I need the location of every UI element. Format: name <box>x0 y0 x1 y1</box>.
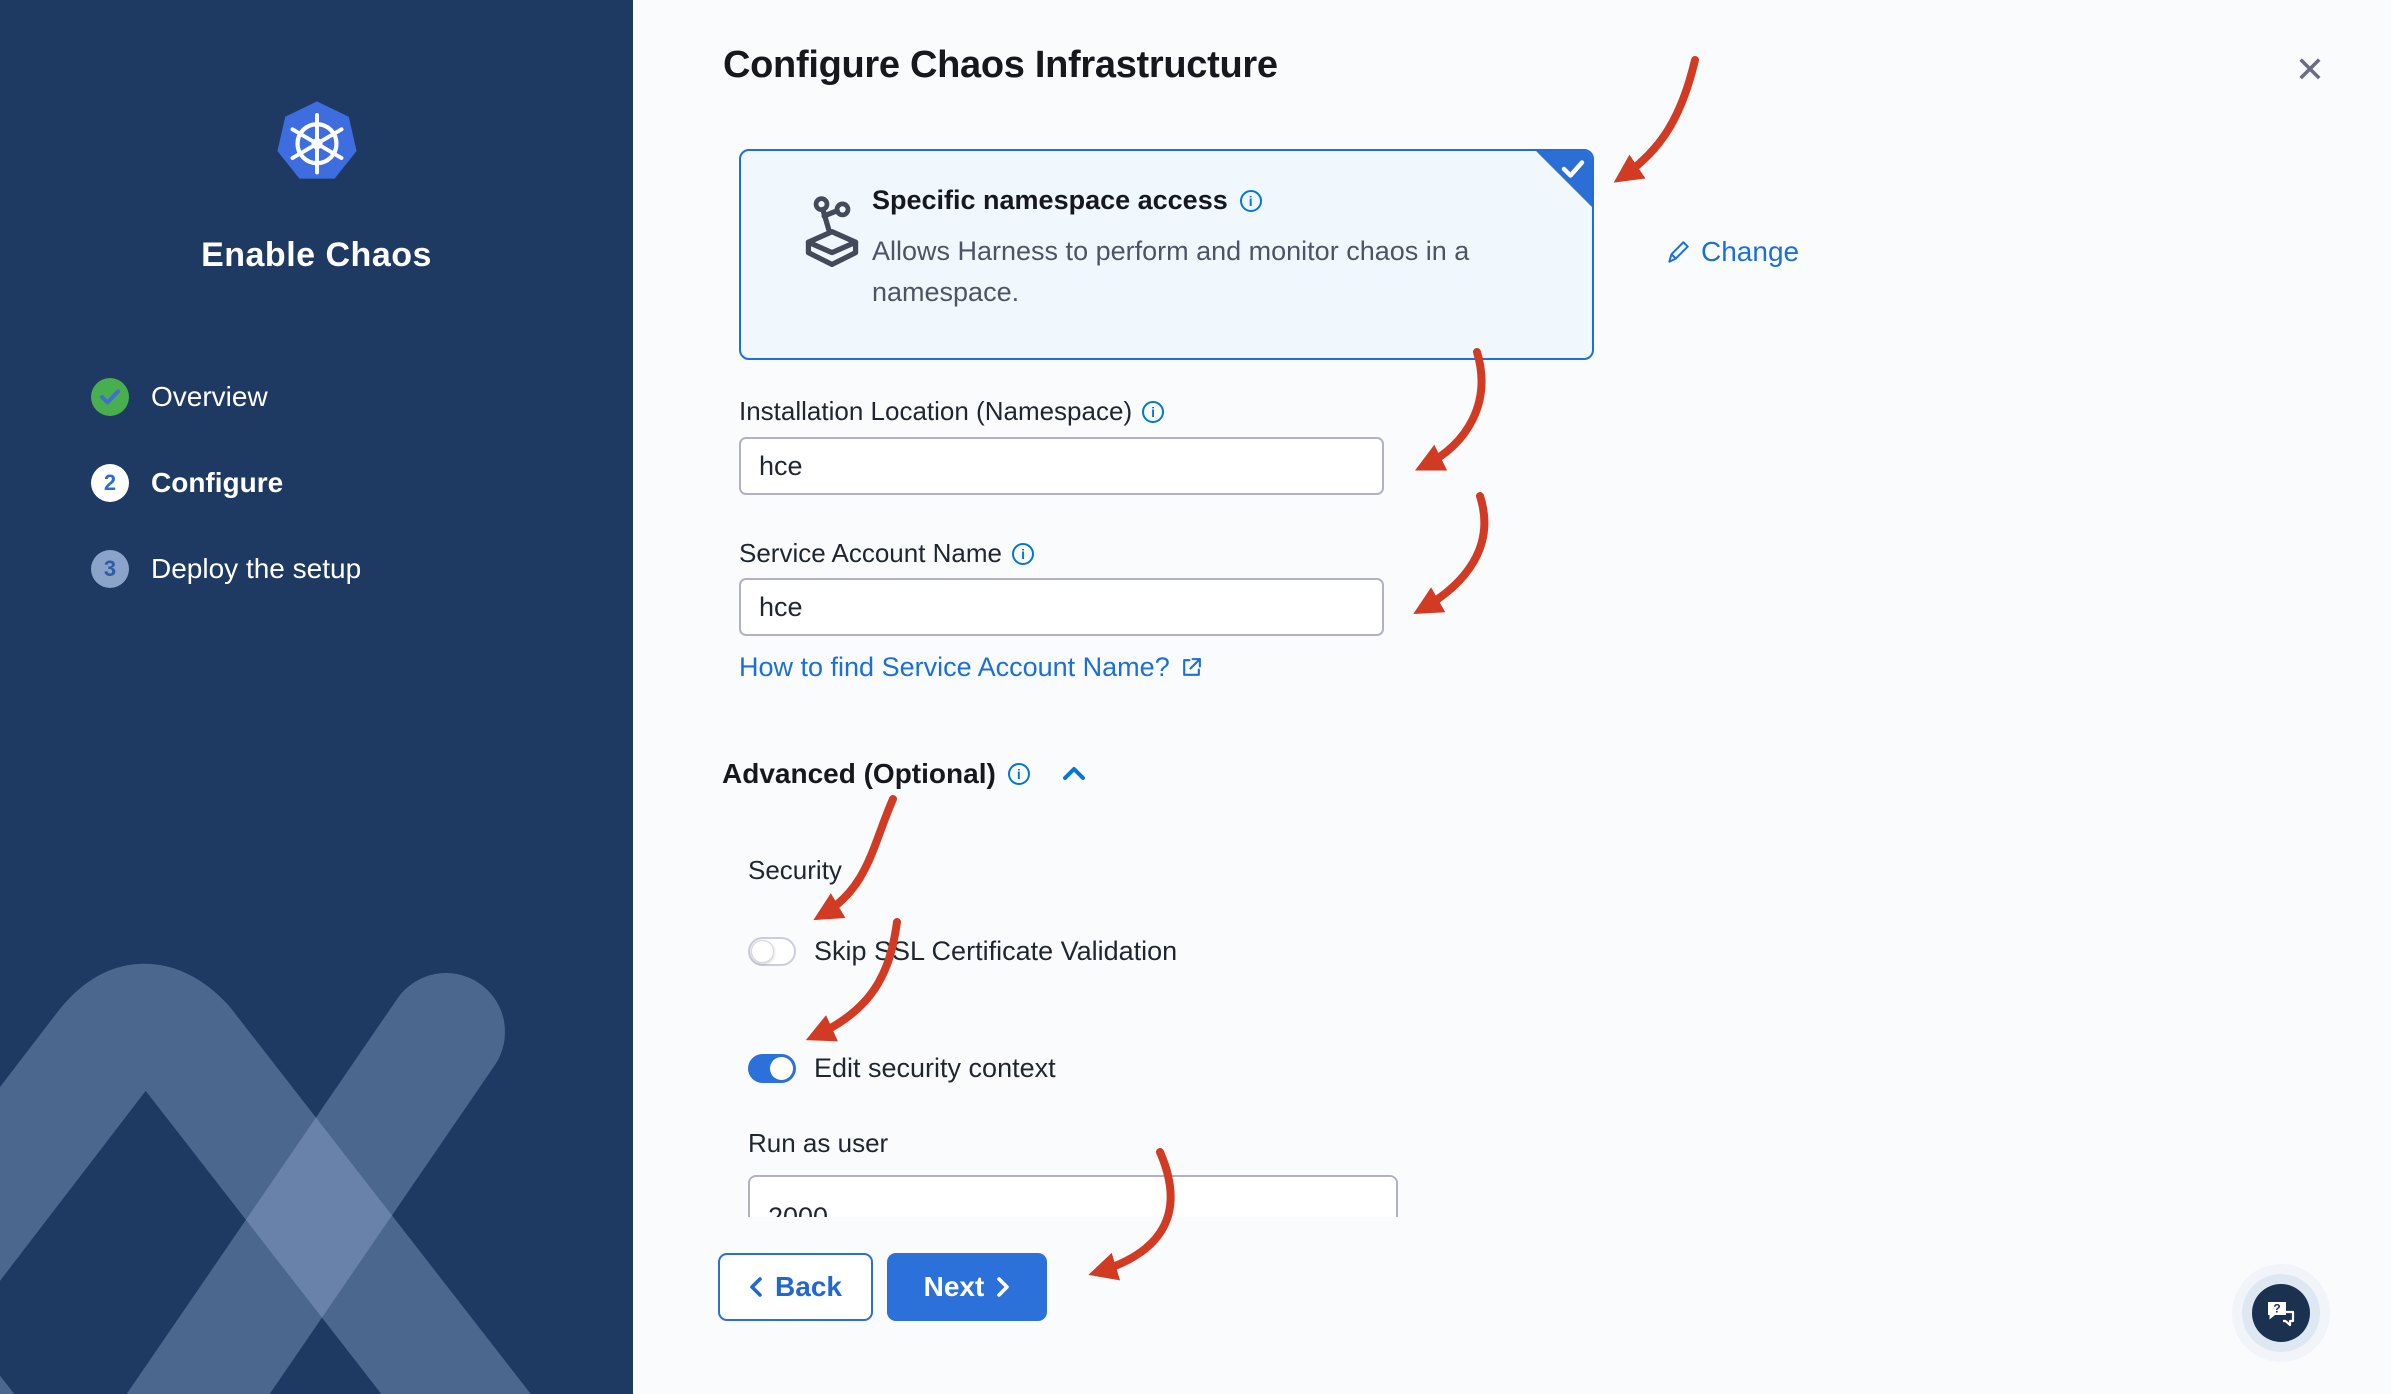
next-button-label: Next <box>923 1271 985 1302</box>
close-icon[interactable]: ✕ <box>2288 48 2332 92</box>
skip-ssl-toggle[interactable] <box>748 937 796 966</box>
advanced-heading-text: Advanced (Optional) <box>722 758 996 789</box>
change-link-label: Change <box>1701 236 1800 267</box>
wizard-sidebar: Enable Chaos Overview 2 Configure 3 Depl… <box>0 0 633 1394</box>
scroll-clipped-region <box>748 1175 1398 1217</box>
info-icon[interactable]: i <box>1239 189 1262 212</box>
info-icon[interactable]: i <box>1007 763 1030 785</box>
step-number-circle: 2 <box>91 464 129 502</box>
info-icon[interactable]: i <box>1142 400 1165 423</box>
chevron-up-icon[interactable] <box>1060 764 1088 784</box>
service-account-help-link[interactable]: How to find Service Account Name? <box>739 652 1203 683</box>
run-as-user-input[interactable] <box>748 1175 1398 1217</box>
skip-ssl-toggle-label: Skip SSL Certificate Validation <box>814 936 1178 966</box>
step-label: Configure <box>151 467 284 498</box>
sidebar-step-deploy[interactable]: 3 Deploy the setup <box>91 549 361 589</box>
kubernetes-logo-icon <box>277 101 357 179</box>
wizard-title: Enable Chaos <box>201 236 432 274</box>
security-group-label: Security <box>748 855 842 885</box>
change-link[interactable]: Change <box>1665 236 1799 268</box>
help-link-label: How to find Service Account Name? <box>739 652 1170 682</box>
selected-check-icon <box>1561 160 1585 178</box>
dialog-title: Configure Chaos Infrastructure <box>723 44 1278 86</box>
pencil-icon <box>1668 241 1689 263</box>
configure-chaos-infrastructure-screen: Enable Chaos Overview 2 Configure 3 Depl… <box>0 0 2391 1394</box>
namespace-access-card[interactable]: Specific namespace access i Allows Harne… <box>739 149 1594 360</box>
check-icon <box>100 389 120 405</box>
sidebar-step-overview[interactable]: Overview <box>91 377 268 417</box>
service-account-input[interactable] <box>739 578 1384 636</box>
run-as-user-label-text: Run as user <box>748 1128 889 1158</box>
step-number-circle: 3 <box>91 550 129 588</box>
namespace-field-label: Installation Location (Namespace) i <box>739 396 1165 427</box>
svg-text:?: ? <box>2273 1302 2280 1316</box>
help-button[interactable]: ? <box>2252 1284 2310 1342</box>
namespace-input[interactable] <box>739 437 1384 495</box>
external-link-icon <box>1182 658 1201 676</box>
edit-security-context-toggle-label: Edit security context <box>814 1053 1056 1083</box>
step-label: Deploy the setup <box>151 553 362 584</box>
dialog-body: Configure Chaos Infrastructure ✕ Specifi… <box>633 0 2391 1394</box>
next-button[interactable]: Next <box>887 1253 1047 1321</box>
advanced-section-heading: Advanced (Optional) i <box>722 758 1088 790</box>
run-as-user-label: Run as user <box>748 1128 888 1159</box>
namespace-box-icon <box>805 196 859 268</box>
access-card-description: Allows Harness to perform and monitor ch… <box>872 236 1470 307</box>
harness-watermark <box>0 963 531 1394</box>
chevron-left-icon <box>750 1277 762 1297</box>
back-button[interactable]: Back <box>718 1253 873 1321</box>
service-account-field-label-text: Service Account Name <box>739 538 1003 568</box>
skip-ssl-toggle-row: Skip SSL Certificate Validation <box>748 936 1177 967</box>
help-chat-icon: ? <box>2268 1302 2295 1327</box>
chevron-right-icon <box>997 1277 1010 1297</box>
back-button-label: Back <box>775 1271 842 1302</box>
namespace-field-label-text: Installation Location (Namespace) <box>739 396 1133 426</box>
step-complete-circle <box>91 378 129 416</box>
sidebar-step-configure[interactable]: 2 Configure <box>91 463 283 503</box>
service-account-field-label: Service Account Name i <box>739 538 1035 569</box>
edit-security-context-toggle-row: Edit security context <box>748 1053 1056 1084</box>
step-label: Overview <box>151 381 268 412</box>
edit-security-context-toggle[interactable] <box>748 1054 796 1083</box>
info-icon[interactable]: i <box>1012 542 1035 565</box>
access-card-title: Specific namespace access <box>872 185 1228 215</box>
